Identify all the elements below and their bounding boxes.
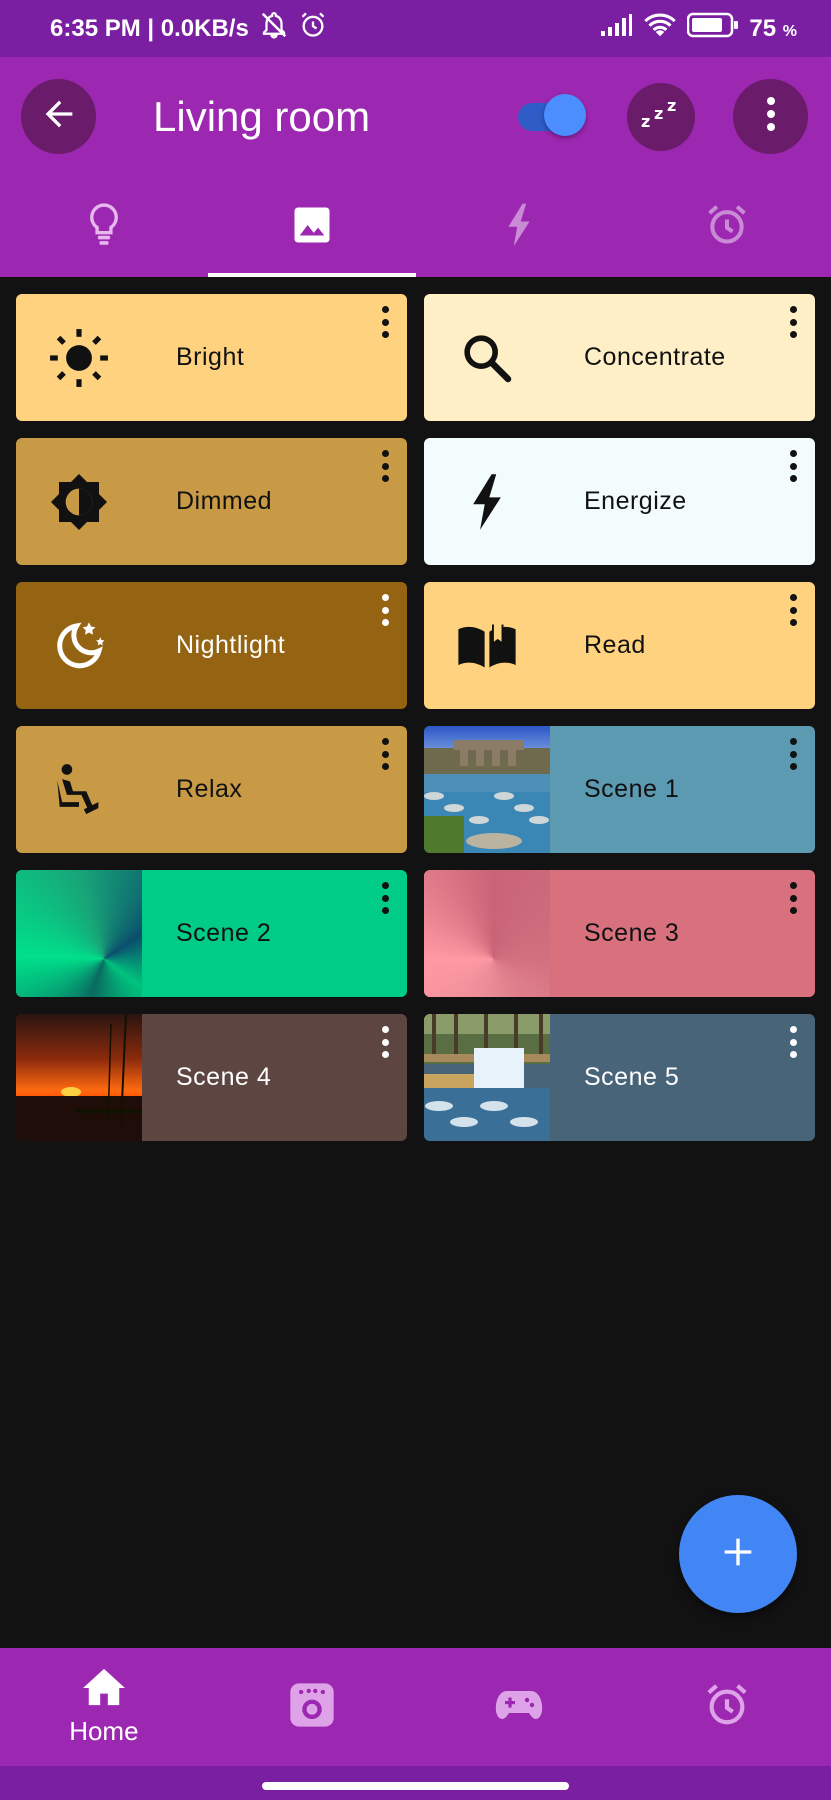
signal-icon — [599, 13, 633, 44]
scene-card[interactable]: Nightlight — [16, 582, 407, 709]
svg-text:z: z — [641, 112, 650, 131]
river-photo-thumbnail — [424, 726, 550, 853]
nav-devices[interactable] — [208, 1648, 416, 1766]
nav-entertainment[interactable] — [416, 1648, 624, 1766]
search-icon — [424, 294, 550, 421]
bolt-icon — [424, 438, 550, 565]
back-button[interactable] — [21, 79, 96, 154]
scene-grid: Bright Concentrate Dimmed Energize Nightligh… — [16, 294, 815, 1141]
wifi-icon — [643, 11, 677, 46]
scene-menu-icon[interactable] — [787, 594, 799, 626]
gesture-bar[interactable] — [262, 1782, 569, 1790]
scene-menu-icon[interactable] — [787, 450, 799, 482]
toggle-thumb — [544, 94, 586, 136]
scene-label: Scene 3 — [584, 919, 680, 947]
scene-card[interactable]: Bright — [16, 294, 407, 421]
zzz-icon: zzz — [639, 96, 683, 138]
scene-card[interactable]: Energize — [424, 438, 815, 565]
alarm-nav-icon — [704, 1682, 750, 1733]
scene-card[interactable]: Scene 4 — [16, 1014, 407, 1141]
bottom-nav: Home — [0, 1648, 831, 1766]
scene-menu-icon[interactable] — [379, 1026, 391, 1058]
scene-card[interactable]: Relax — [16, 726, 407, 853]
tab-bar — [0, 177, 831, 277]
scene-label: Bright — [176, 343, 245, 371]
scene-menu-icon[interactable] — [379, 738, 391, 770]
more-options-button[interactable] — [733, 79, 808, 154]
scene-card[interactable]: Scene 5 — [424, 1014, 815, 1141]
brightness-icon — [16, 438, 142, 565]
scene-menu-icon[interactable] — [787, 882, 799, 914]
scene-card[interactable]: Scene 2 — [16, 870, 407, 997]
svg-text:z: z — [667, 97, 676, 115]
scene-label: Scene 2 — [176, 919, 272, 947]
scene-label: Scene 4 — [176, 1063, 272, 1091]
scene-label: Energize — [584, 487, 687, 515]
sun-icon — [16, 294, 142, 421]
page-title: Living room — [153, 93, 371, 140]
alarm-icon — [705, 203, 749, 252]
arrow-back-icon — [39, 94, 79, 139]
scene-label: Relax — [176, 775, 243, 803]
moon-stars-icon — [16, 582, 142, 709]
waterfall-photo-thumbnail — [424, 1014, 550, 1141]
scene-card[interactable]: Dimmed — [16, 438, 407, 565]
scene-menu-icon[interactable] — [787, 738, 799, 770]
scene-label: Dimmed — [176, 487, 273, 515]
book-icon — [424, 582, 550, 709]
plus-icon — [718, 1532, 758, 1577]
scene-menu-icon[interactable] — [379, 450, 391, 482]
nav-home-label: Home — [69, 1716, 139, 1746]
scene-label: Nightlight — [176, 631, 286, 659]
scene-label: Read — [584, 631, 646, 659]
device-icon — [286, 1679, 338, 1736]
pink-gradient-thumbnail — [424, 870, 550, 997]
tab-lights[interactable] — [0, 177, 208, 277]
scene-menu-icon[interactable] — [379, 882, 391, 914]
battery-icon — [687, 12, 739, 45]
scene-card[interactable]: Scene 1 — [424, 726, 815, 853]
app-bar: Living room zzz — [0, 57, 831, 177]
sunset-photo-thumbnail — [16, 1014, 142, 1141]
scene-menu-icon[interactable] — [787, 1026, 799, 1058]
power-toggle[interactable] — [518, 94, 586, 136]
scene-card[interactable]: Concentrate — [424, 294, 815, 421]
tab-scenes[interactable] — [207, 177, 416, 277]
status-time: 6:35 PM | 0.0KB/s — [50, 14, 249, 42]
scene-label: Scene 5 — [584, 1063, 680, 1091]
gamepad-icon — [495, 1687, 543, 1728]
add-scene-button[interactable] — [679, 1495, 797, 1613]
nav-alarms[interactable] — [623, 1648, 831, 1766]
mute-icon — [259, 10, 289, 47]
scene-menu-icon[interactable] — [787, 306, 799, 338]
green-gradient-thumbnail — [16, 870, 142, 997]
status-bar: 6:35 PM | 0.0KB/s 75 % — [0, 0, 831, 57]
tab-effects[interactable] — [416, 177, 624, 277]
svg-text:z: z — [654, 104, 663, 123]
more-vert-icon — [765, 96, 777, 137]
scene-menu-icon[interactable] — [379, 594, 391, 626]
alarm-status-icon — [299, 11, 327, 46]
scene-label: Scene 1 — [584, 775, 680, 803]
battery-percent: 75 % — [749, 14, 797, 42]
scene-menu-icon[interactable] — [379, 306, 391, 338]
scene-card[interactable]: Scene 3 — [424, 870, 815, 997]
home-icon — [81, 1667, 127, 1712]
sleep-button[interactable]: zzz — [627, 83, 695, 151]
nav-home[interactable]: Home — [0, 1648, 208, 1766]
scene-card[interactable]: Read — [424, 582, 815, 709]
scene-label: Concentrate — [584, 343, 726, 371]
image-icon — [291, 204, 333, 251]
recline-icon — [16, 726, 142, 853]
flash-icon — [504, 202, 534, 253]
tab-alarms[interactable] — [623, 177, 831, 277]
lightbulb-icon — [85, 202, 123, 253]
